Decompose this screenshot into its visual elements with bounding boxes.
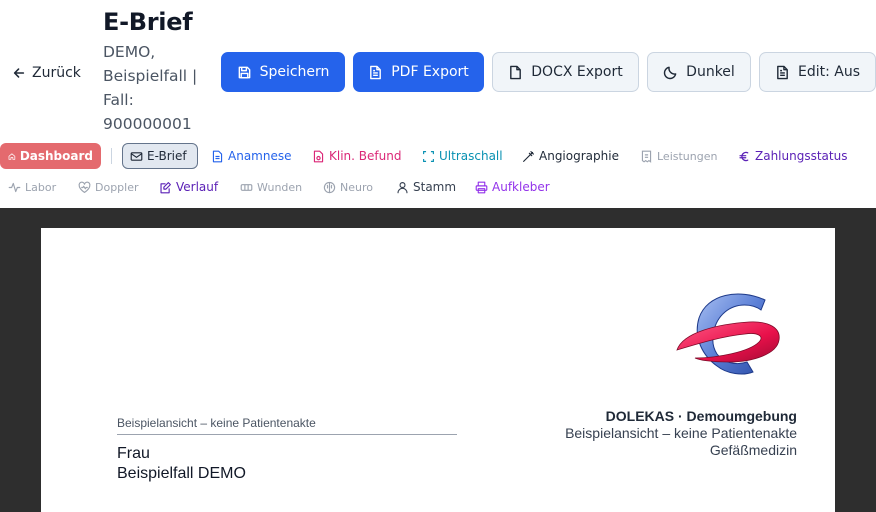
nav-e-brief-label: E-Brief <box>147 149 187 163</box>
save-label: Speichern <box>259 64 330 80</box>
nav-dashboard[interactable]: Dashboard <box>0 143 101 169</box>
letter-page: Beispielansicht – keine Patientenakte Fr… <box>41 228 835 512</box>
bandage-icon <box>240 183 253 191</box>
nav-aufkleber[interactable]: Aufkleber <box>475 174 550 200</box>
nav-doppler-label: Doppler <box>95 180 139 194</box>
home-icon <box>8 152 16 160</box>
edit-toggle-button[interactable]: Edit: Aus <box>759 52 876 92</box>
file-icon <box>510 65 522 79</box>
nav-zahlungsstatus[interactable]: Zahlungsstatus <box>738 143 847 169</box>
edit-note-icon <box>160 181 171 193</box>
brain-icon <box>323 181 336 193</box>
nav-neuro[interactable]: Neuro <box>323 174 373 200</box>
activity-icon <box>8 182 21 192</box>
euro-icon <box>739 151 749 161</box>
company-logo <box>669 288 785 388</box>
organization-name: DOLEKAS · Demoumgebung <box>605 408 797 424</box>
recipient-salutation: Frau <box>117 445 150 462</box>
save-icon <box>238 66 250 78</box>
nav-e-brief[interactable]: E-Brief <box>122 143 198 169</box>
mail-icon <box>130 151 143 161</box>
heart-pulse-icon <box>78 181 91 193</box>
file-text-icon <box>370 65 382 79</box>
nav-ultraschall-label: Ultraschall <box>439 149 503 163</box>
nav-doppler[interactable]: Doppler <box>78 174 139 200</box>
nav-row-primary: Dashboard E-Brief Anamnese Klin. Befund … <box>0 143 876 169</box>
page-subtitle: DEMO, Beispielfall | Fall: 900000001 <box>103 43 198 133</box>
back-button[interactable]: Zurück <box>12 62 81 84</box>
organization-department: Gefäßmedizin <box>709 442 797 458</box>
edit-toggle-label: Edit: Aus <box>797 64 861 80</box>
nav-divider <box>111 148 112 164</box>
dark-mode-label: Dunkel <box>686 64 735 80</box>
dark-mode-button[interactable]: Dunkel <box>647 52 751 92</box>
nav-anamnese-label: Anamnese <box>228 149 292 163</box>
recipient-address: Frau Beispielfall DEMO <box>117 444 246 484</box>
nav-labor[interactable]: Labor <box>8 174 56 200</box>
nav-stamm[interactable]: Stamm <box>396 174 456 200</box>
nav-leistungen-label: Leistungen <box>657 149 718 163</box>
recipient-name: Beispielfall DEMO <box>117 465 246 482</box>
nav-zahlungsstatus-label: Zahlungsstatus <box>755 149 848 163</box>
nav-anamnese[interactable]: Anamnese <box>211 143 291 169</box>
organization-block: DOLEKAS · Demoumgebung Beispielansicht –… <box>565 408 797 459</box>
moon-icon <box>663 66 677 79</box>
syringe-icon <box>523 150 534 162</box>
back-label: Zurück <box>32 65 81 81</box>
document-stage: Beispielansicht – keine Patientenakte Fr… <box>0 208 876 512</box>
nav-neuro-label: Neuro <box>340 180 373 194</box>
nav-labor-label: Labor <box>25 180 57 194</box>
pdf-export-button[interactable]: PDF Export <box>353 52 484 92</box>
docx-export-button[interactable]: DOCX Export <box>492 52 639 92</box>
scan-icon <box>423 150 434 162</box>
nav-wunden[interactable]: Wunden <box>240 174 302 200</box>
nav-verlauf-label: Verlauf <box>176 180 219 194</box>
page-title: E-Brief <box>103 8 193 36</box>
nav-angiographie-label: Angiographie <box>539 149 619 163</box>
nav-verlauf[interactable]: Verlauf <box>159 174 218 200</box>
nav-wunden-label: Wunden <box>257 180 303 194</box>
user-icon <box>397 181 408 193</box>
sender-return-line: Beispielansicht – keine Patientenakte <box>117 416 457 435</box>
receipt-icon <box>641 150 652 163</box>
nav-klin-befund-label: Klin. Befund <box>329 149 402 163</box>
nav-aufkleber-label: Aufkleber <box>492 180 550 194</box>
docx-export-label: DOCX Export <box>531 64 623 80</box>
nav-leistungen[interactable]: Leistungen <box>640 143 717 169</box>
nav-ultraschall[interactable]: Ultraschall <box>422 143 503 169</box>
file-text-icon <box>777 65 788 79</box>
arrow-left-icon <box>13 68 25 78</box>
nav-dashboard-label: Dashboard <box>19 149 93 163</box>
nav-row-secondary: Labor Doppler Verlauf Wunden Neuro Stamm… <box>0 174 876 200</box>
nav-angiographie[interactable]: Angiographie <box>522 143 619 169</box>
organization-subtitle: Beispielansicht – keine Patientenakte <box>565 425 797 441</box>
document-icon <box>212 150 223 162</box>
save-button[interactable]: Speichern <box>221 52 345 92</box>
page-header: Zurück E-Brief DEMO, Beispielfall | Fall… <box>0 0 876 140</box>
nav-klin-befund[interactable]: Klin. Befund <box>312 143 401 169</box>
pdf-export-label: PDF Export <box>391 64 469 80</box>
printer-icon <box>475 181 488 193</box>
file-stethoscope-icon <box>313 150 324 162</box>
nav-stamm-label: Stamm <box>413 180 457 194</box>
